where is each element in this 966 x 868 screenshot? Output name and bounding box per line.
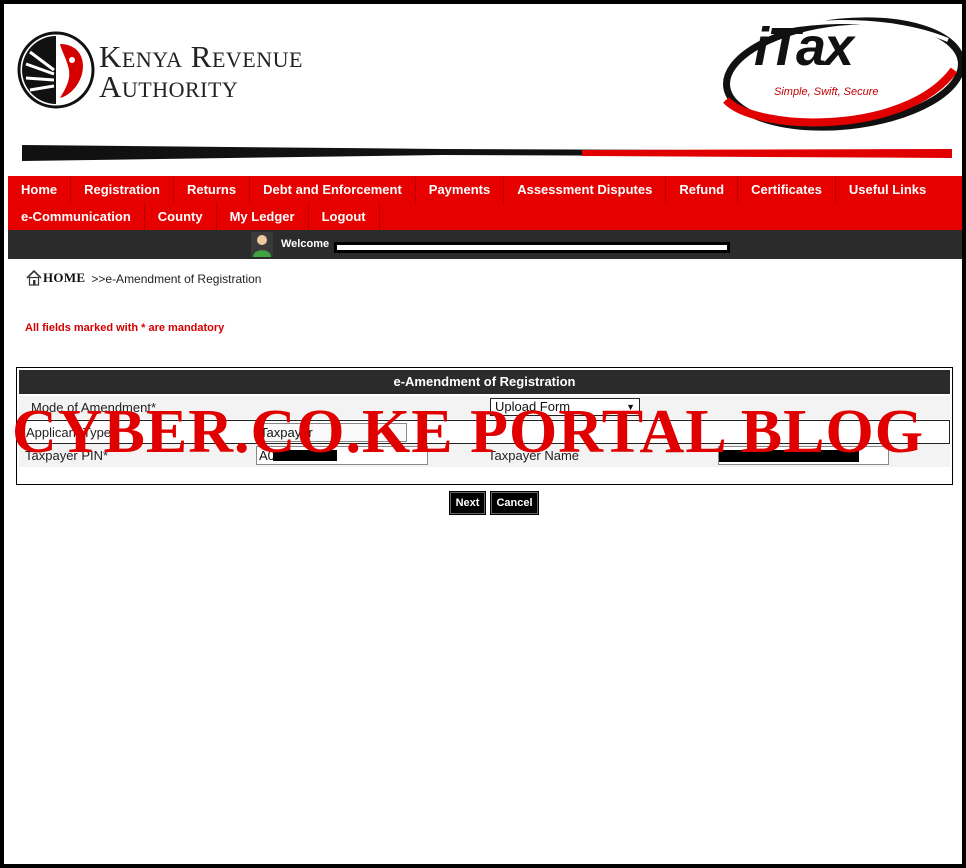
nav-logout[interactable]: Logout	[309, 203, 380, 230]
itax-wordmark-text: iTax	[754, 17, 854, 77]
itax-tagline: Simple, Swift, Secure	[774, 86, 879, 98]
breadcrumb-home-link[interactable]: HOME	[43, 270, 85, 286]
mandatory-note: All fields marked with * are mandatory	[25, 322, 225, 334]
applicant-type-field[interactable]: Taxpayer	[257, 423, 407, 442]
taxpayer-name-redaction	[719, 450, 859, 462]
nav-home[interactable]: Home	[8, 176, 72, 203]
form-row-applicant: Applicant Type* Taxpayer	[19, 420, 950, 444]
kra-lion-logo	[17, 31, 95, 109]
main-nav: Home Registration Returns Debt and Enfor…	[8, 176, 962, 230]
nav-assessment-disputes[interactable]: Assessment Disputes	[504, 176, 667, 203]
taxpayer-pin-redaction	[273, 450, 337, 461]
nav-registration[interactable]: Registration	[71, 176, 174, 203]
welcome-bar: Welcome	[8, 230, 962, 259]
nav-returns[interactable]: Returns	[174, 176, 251, 203]
applicant-type-value: Taxpayer	[260, 425, 313, 440]
welcome-user-name-redacted	[334, 242, 730, 253]
welcome-label: Welcome	[281, 238, 330, 250]
form-title: e-Amendment of Registration	[19, 370, 950, 394]
mode-of-amendment-label: Mode of Amendment*	[31, 400, 157, 415]
taxpayer-pin-label: Taxpayer PIN*	[25, 448, 109, 463]
mode-of-amendment-select[interactable]: Upload Form ▼	[490, 398, 640, 416]
home-icon[interactable]	[26, 270, 42, 286]
nav-certificates[interactable]: Certificates	[738, 176, 836, 203]
form-row-mode: Mode of Amendment* Upload Form ▼	[19, 396, 950, 419]
nav-useful-links[interactable]: Useful Links	[836, 176, 939, 203]
next-button[interactable]: Next	[449, 491, 486, 515]
user-avatar-icon	[251, 232, 273, 257]
nav-county[interactable]: County	[145, 203, 217, 230]
cancel-button[interactable]: Cancel	[490, 491, 539, 515]
nav-my-ledger[interactable]: My Ledger	[217, 203, 309, 230]
dropdown-arrow-icon: ▼	[626, 402, 635, 412]
mode-of-amendment-value: Upload Form	[495, 399, 571, 414]
kra-name: Kenya Revenue Authority	[99, 39, 303, 104]
page-frame: Kenya Revenue Authority iTax Simple, Swi…	[0, 0, 966, 868]
nav-row-2: e-Communication County My Ledger Logout	[8, 203, 380, 230]
itax-logo: iTax Simple, Swift, Secure	[716, 10, 962, 134]
header-brand-stroke	[22, 145, 952, 161]
nav-refund[interactable]: Refund	[666, 176, 739, 203]
breadcrumb-separator: >>	[91, 272, 106, 286]
taxpayer-name-field[interactable]	[718, 446, 889, 465]
nav-e-communication[interactable]: e-Communication	[8, 203, 145, 230]
taxpayer-pin-field[interactable]: A0	[256, 446, 428, 465]
nav-payments[interactable]: Payments	[416, 176, 505, 203]
taxpayer-name-label: Taxpayer Name	[488, 448, 580, 463]
nav-row-1: Home Registration Returns Debt and Enfor…	[8, 176, 939, 203]
breadcrumb: HOME >> e-Amendment of Registration	[26, 270, 261, 286]
itax-wordmark: iTax	[754, 16, 854, 78]
breadcrumb-current: e-Amendment of Registration	[105, 272, 262, 286]
nav-debt-enforcement[interactable]: Debt and Enforcement	[250, 176, 416, 203]
kra-name-line2: Authority	[99, 69, 239, 104]
applicant-type-label: Applicant Type*	[26, 425, 117, 440]
form-row-taxpayer: Taxpayer PIN* A0 Taxpayer Name	[19, 444, 950, 467]
amendment-form: e-Amendment of Registration Mode of Amen…	[16, 367, 953, 485]
kra-name-line1: Kenya Revenue	[99, 39, 303, 74]
